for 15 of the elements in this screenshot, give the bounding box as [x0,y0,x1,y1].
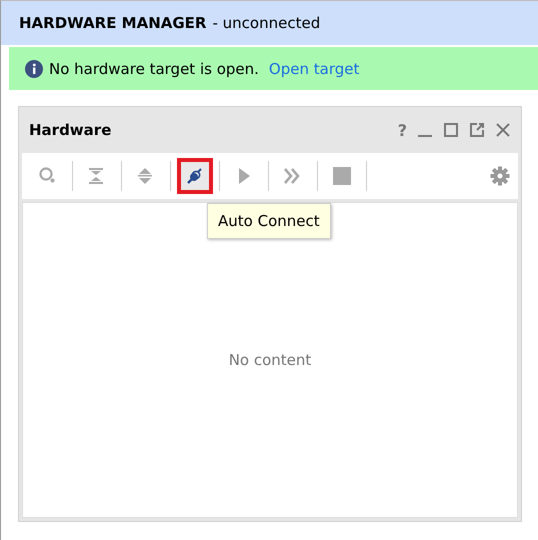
banner-message: No hardware target is open. [49,60,259,78]
maximize-icon[interactable] [443,122,459,138]
open-target-link[interactable]: Open target [268,60,360,78]
tooltip: Auto Connect [207,203,331,239]
close-icon[interactable] [495,122,511,138]
panel-title: HARDWARE MANAGER [19,14,206,32]
info-icon [25,60,43,78]
help-button[interactable]: ? [398,120,407,140]
float-icon[interactable] [469,122,485,138]
panel-title: Hardware [29,121,112,139]
stop-icon [332,166,352,186]
connect-button[interactable] [177,158,213,194]
empty-message: No content [228,351,312,369]
settings-icon[interactable] [490,166,510,186]
connection-status: - unconnected [212,14,320,32]
